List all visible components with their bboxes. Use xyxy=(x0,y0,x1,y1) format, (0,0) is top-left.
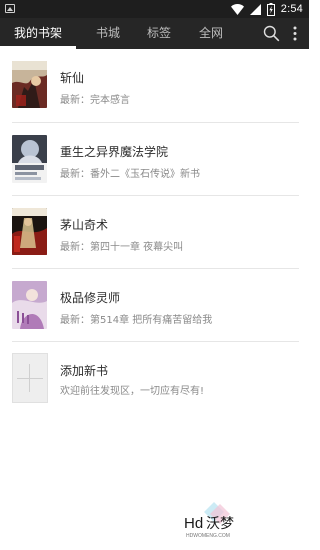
watermark-logo: Hd 沃梦 HDWOMENG.COM xyxy=(184,500,264,540)
book-cover xyxy=(12,135,47,183)
svg-text:HDWOMENG.COM: HDWOMENG.COM xyxy=(186,533,230,539)
tab-my-bookshelf[interactable]: 我的书架 xyxy=(0,18,76,49)
svg-text:沃梦: 沃梦 xyxy=(206,516,234,532)
book-title: 极品修灵师 xyxy=(60,291,121,305)
tab-label: 标签 xyxy=(146,26,171,40)
book-item[interactable]: 斩仙 最新：完本感言 xyxy=(0,49,309,122)
app-bar: 我的书架 书城 标签 全网 xyxy=(0,18,309,49)
book-title: 斩仙 xyxy=(60,71,85,85)
book-latest-chapter: 最新：第四十一章 夜幕尖叫 xyxy=(60,242,184,253)
book-cover xyxy=(12,281,47,329)
book-latest-chapter: 最新：第514章 把所有痛苦留给我 xyxy=(60,315,213,326)
svg-text:Hd: Hd xyxy=(184,515,203,532)
status-icons: 2:54 xyxy=(230,2,303,16)
more-vert-icon[interactable] xyxy=(290,25,300,42)
signal-icon xyxy=(249,3,261,15)
tab-whole-web[interactable]: 全网 xyxy=(191,18,231,49)
tab-label: 全网 xyxy=(198,26,223,40)
tab-label: 书城 xyxy=(95,26,120,40)
add-book-plus-icon[interactable] xyxy=(12,353,48,403)
tab-label: 我的书架 xyxy=(13,26,62,40)
book-latest-chapter: 最新：完本感言 xyxy=(60,95,130,106)
clock: 2:54 xyxy=(280,3,303,15)
book-item[interactable]: 重生之异界魔法学院 最新：番外二《玉石传说》新书 xyxy=(0,123,309,196)
add-book-subtitle: 欢迎前往发现区，一切应有尽有! xyxy=(60,386,205,397)
book-cover xyxy=(12,61,47,108)
battery-icon xyxy=(266,2,275,16)
book-cover xyxy=(12,208,47,255)
gallery-notification-icon xyxy=(5,4,15,13)
search-icon[interactable] xyxy=(263,25,280,42)
tab-bookstore[interactable]: 书城 xyxy=(88,18,128,49)
wifi-icon xyxy=(230,3,244,15)
status-bar: 2:54 xyxy=(0,0,309,18)
book-title: 茅山奇术 xyxy=(60,218,109,232)
tab-tags[interactable]: 标签 xyxy=(139,18,179,49)
book-latest-chapter: 最新：番外二《玉石传说》新书 xyxy=(60,169,200,180)
add-book-title: 添加新书 xyxy=(60,364,109,378)
book-item[interactable]: 茅山奇术 最新：第四十一章 夜幕尖叫 xyxy=(0,196,309,269)
book-title: 重生之异界魔法学院 xyxy=(60,145,169,159)
book-item[interactable]: 极品修灵师 最新：第514章 把所有痛苦留给我 xyxy=(0,269,309,342)
